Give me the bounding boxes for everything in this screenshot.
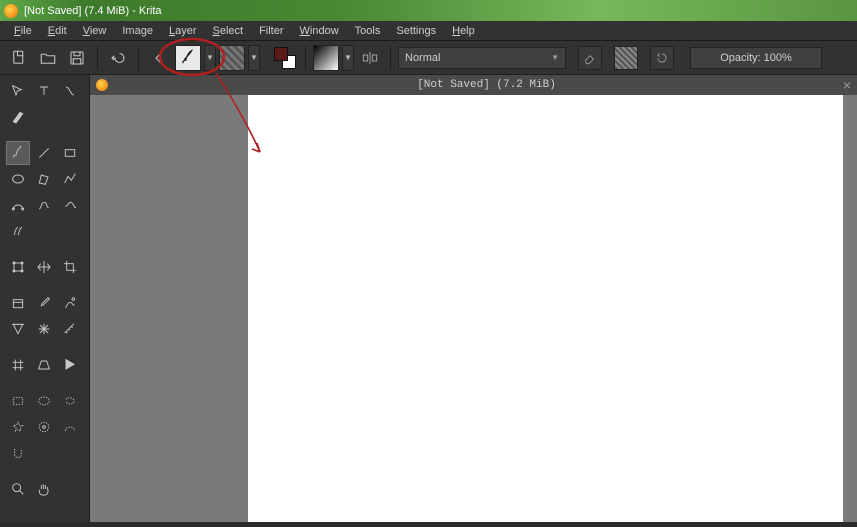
calligraphy-tool[interactable] (6, 105, 30, 129)
opacity-slider[interactable]: Opacity: 100% (690, 47, 822, 69)
grid-tool[interactable] (6, 353, 30, 377)
freehand-path-tool[interactable] (32, 193, 56, 217)
menu-file[interactable]: File (6, 23, 40, 39)
similar-select-tool[interactable] (32, 415, 56, 439)
separator (390, 46, 391, 70)
multibrush-tool[interactable] (6, 219, 30, 243)
krita-icon (96, 79, 108, 91)
bezier-select-tool[interactable] (58, 415, 82, 439)
app-icon (4, 4, 18, 18)
smart-fill-tool[interactable] (6, 317, 30, 341)
polyline-tool[interactable] (58, 167, 82, 191)
separator (97, 46, 98, 70)
main-toolbar: ▼ ▼ ▼ Normal ▼ Opacity: 100% (0, 41, 857, 75)
toolbox (0, 75, 90, 522)
move-tool[interactable] (6, 79, 30, 103)
pan-tool[interactable] (32, 477, 56, 501)
undo-button[interactable] (105, 45, 131, 71)
menu-filter[interactable]: Filter (251, 23, 291, 39)
ellipse-select-tool[interactable] (32, 389, 56, 413)
open-file-button[interactable] (35, 45, 61, 71)
measure-tool[interactable] (58, 317, 82, 341)
menu-window[interactable]: Window (292, 23, 347, 39)
alpha-lock-toggle[interactable] (614, 46, 638, 70)
menu-bar: File Edit View Image Layer Select Filter… (0, 21, 857, 41)
blend-mode-select[interactable]: Normal ▼ (398, 47, 566, 69)
brush-tool[interactable] (6, 141, 30, 165)
perspective-tool[interactable] (32, 353, 56, 377)
ellipse-tool[interactable] (6, 167, 30, 191)
color-picker-tool[interactable] (32, 291, 56, 315)
freehand-select-tool[interactable] (58, 389, 82, 413)
reference-images-tool[interactable] (58, 353, 82, 377)
line-tool[interactable] (32, 141, 56, 165)
new-file-button[interactable] (6, 45, 32, 71)
menu-edit[interactable]: Edit (40, 23, 75, 39)
menu-image[interactable]: Image (114, 23, 161, 39)
reload-preset-button[interactable] (650, 46, 674, 70)
gradient-dropdown[interactable]: ▼ (342, 45, 354, 71)
pattern-edit-tool[interactable] (58, 291, 82, 315)
text-tool[interactable] (32, 79, 56, 103)
magnetic-select-tool[interactable] (6, 441, 30, 465)
eraser-toggle[interactable] (578, 46, 602, 70)
assistants-tool[interactable] (32, 317, 56, 341)
menu-tools[interactable]: Tools (347, 23, 389, 39)
polygon-tool[interactable] (32, 167, 56, 191)
brush-dropdown[interactable]: ▼ (204, 45, 216, 71)
canvas-viewport[interactable] (90, 95, 857, 522)
fg-color-swatch[interactable] (274, 47, 288, 61)
prev-brush-button[interactable] (146, 45, 172, 71)
menu-view[interactable]: View (75, 23, 115, 39)
brush-preset-selected[interactable] (175, 45, 201, 71)
bezier-tool[interactable] (6, 193, 30, 217)
titlebar: [Not Saved] (7.4 MiB) - Krita (0, 0, 857, 21)
document-tab-title[interactable]: [Not Saved] (7.2 MiB) (116, 79, 857, 91)
document-tab-bar: [Not Saved] (7.2 MiB) × (90, 75, 857, 95)
workspace: [Not Saved] (7.2 MiB) × (0, 75, 857, 522)
edit-shape-tool[interactable] (58, 79, 82, 103)
rect-tool[interactable] (58, 141, 82, 165)
menu-select[interactable]: Select (204, 23, 251, 39)
fill-tool[interactable] (6, 291, 30, 315)
canvas-page[interactable] (248, 95, 843, 522)
save-file-button[interactable] (64, 45, 90, 71)
transform-tool[interactable] (6, 255, 30, 279)
chevron-down-icon: ▼ (551, 53, 559, 62)
window-title: [Not Saved] (7.4 MiB) - Krita (24, 5, 162, 17)
gradient-swatch[interactable] (313, 45, 339, 71)
rect-select-tool[interactable] (6, 389, 30, 413)
fg-bg-color[interactable] (272, 45, 298, 71)
separator (305, 46, 306, 70)
menu-layer[interactable]: Layer (161, 23, 205, 39)
crop-tool[interactable] (58, 255, 82, 279)
menu-help[interactable]: Help (444, 23, 483, 39)
opacity-label: Opacity: 100% (720, 52, 792, 64)
mirror-options[interactable] (357, 45, 383, 71)
menu-settings[interactable]: Settings (388, 23, 444, 39)
texture-dropdown[interactable]: ▼ (248, 45, 260, 71)
move-layer-tool[interactable] (32, 255, 56, 279)
dynamic-brush-tool[interactable] (58, 193, 82, 217)
close-tab-icon[interactable]: × (843, 77, 851, 93)
separator (138, 46, 139, 70)
contiguous-select-tool[interactable] (6, 415, 30, 439)
texture-swatch[interactable] (219, 45, 245, 71)
blend-mode-value: Normal (405, 52, 440, 64)
zoom-tool[interactable] (6, 477, 30, 501)
canvas-area: [Not Saved] (7.2 MiB) × (90, 75, 857, 522)
